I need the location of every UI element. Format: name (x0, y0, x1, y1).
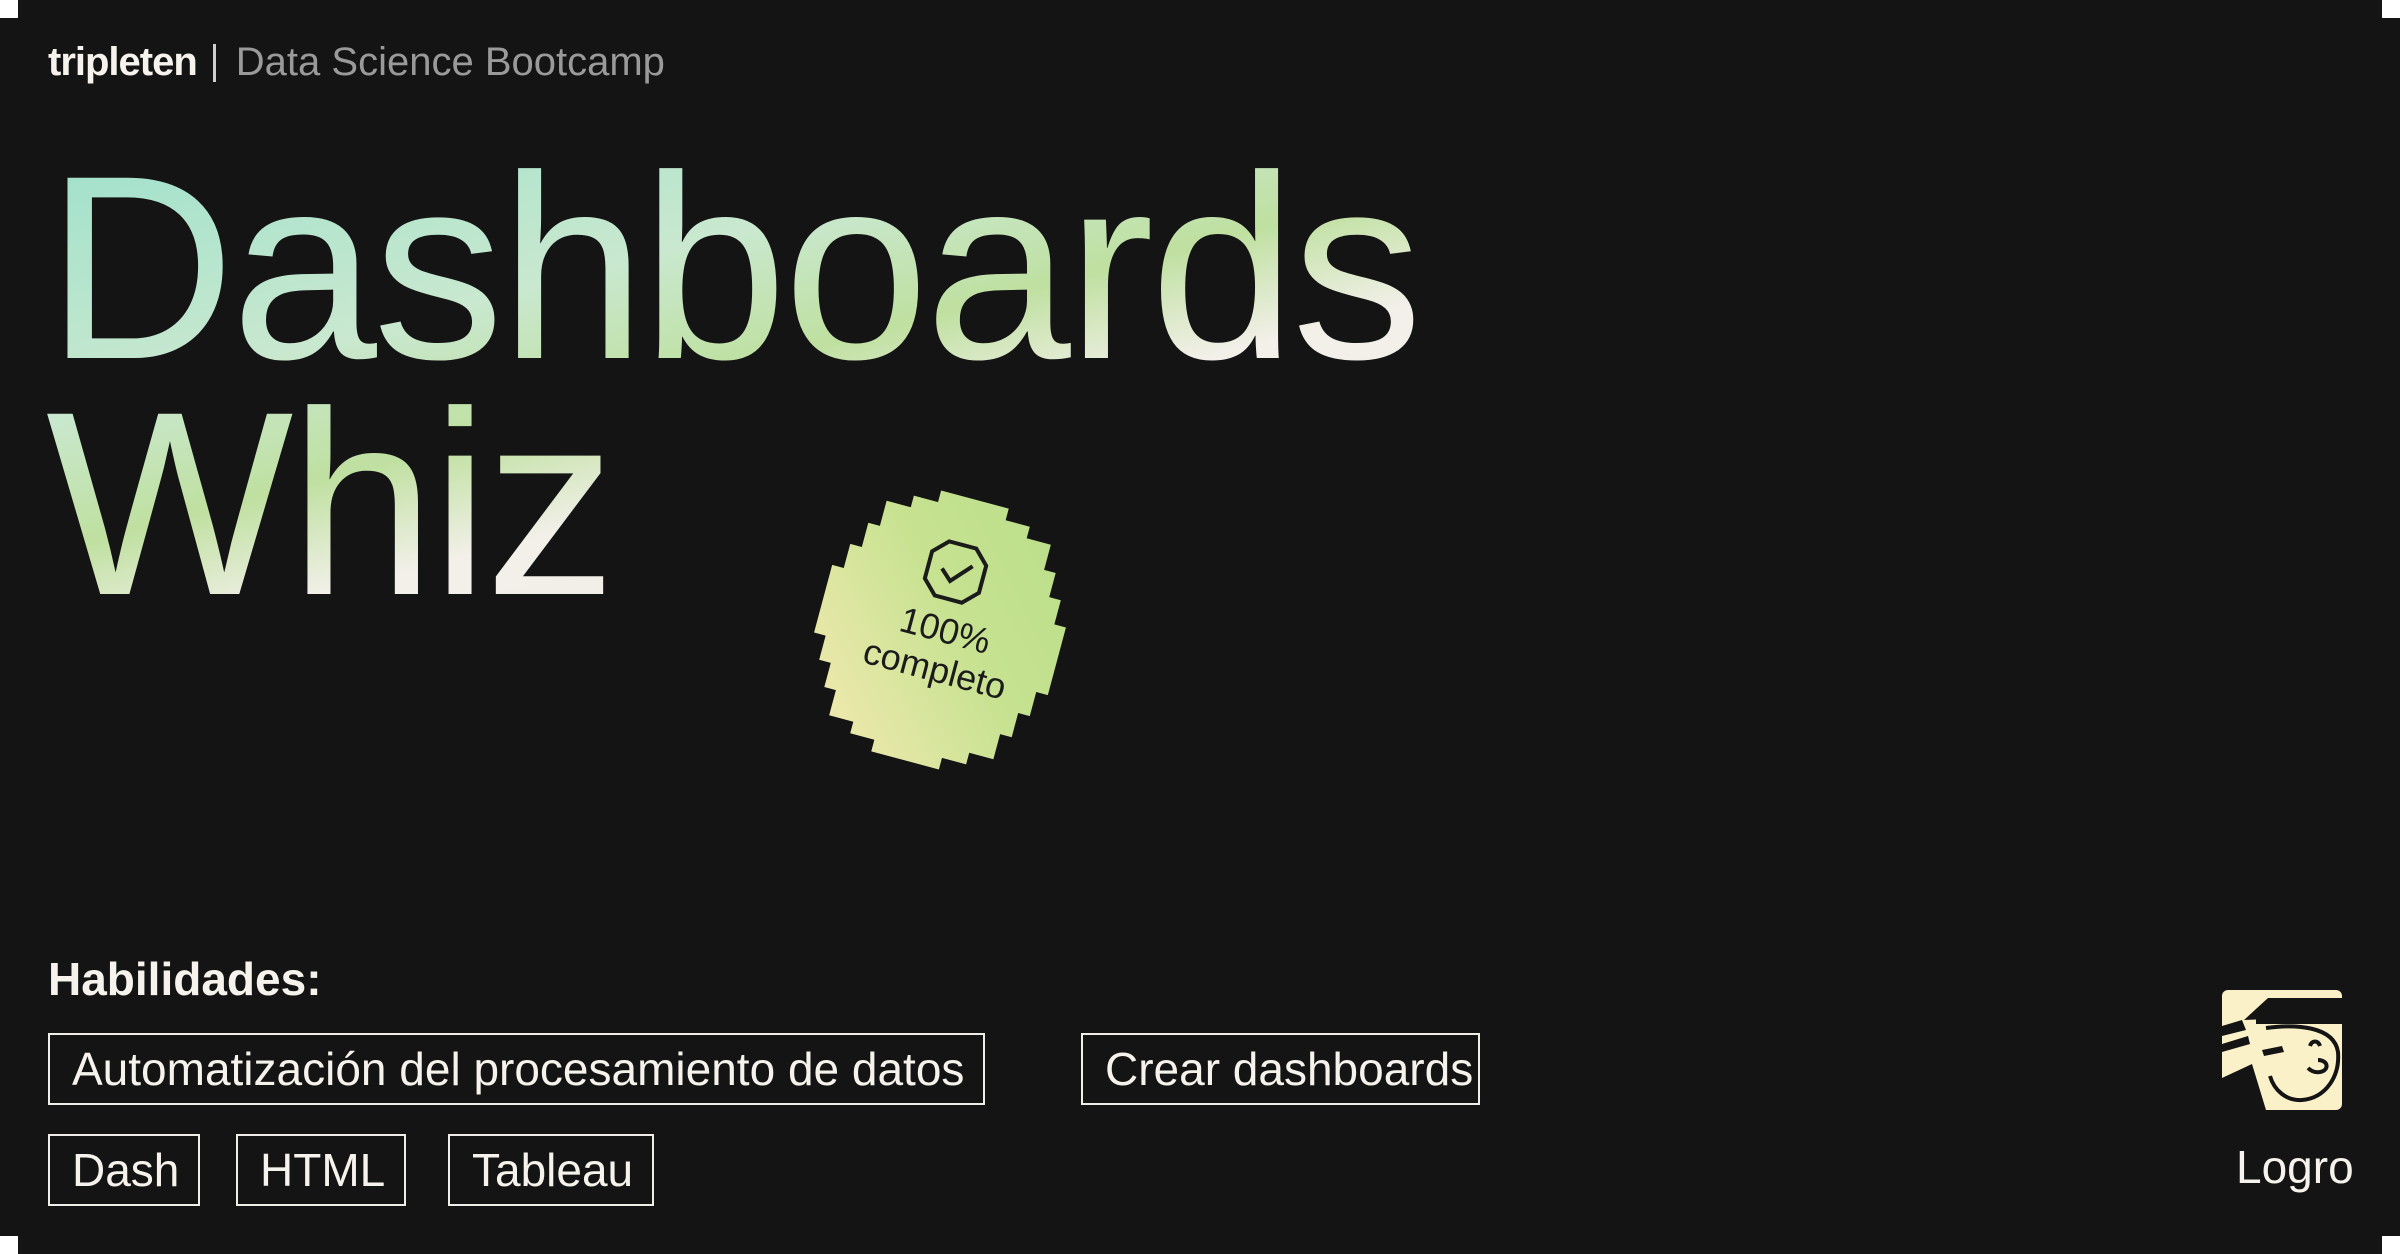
skill-chip: Tableau (448, 1134, 654, 1206)
title-line-2: Whiz (46, 357, 613, 650)
corner-notch (2382, 0, 2400, 18)
header: tripleten Data Science Bootcamp (48, 40, 665, 85)
skill-chip: Crear dashboards (1081, 1033, 1480, 1105)
corner-notch (2382, 1236, 2400, 1254)
header-divider (212, 43, 216, 82)
achievement-title: Dashboards Whiz (46, 150, 1419, 622)
achievement-label: Logro (2236, 1141, 2354, 1193)
certificate-card: tripleten Data Science Bootcamp Dashboar… (0, 0, 2400, 1254)
skill-chip: Dash (48, 1134, 200, 1206)
corner-notch (0, 1236, 18, 1254)
detective-character-icon (2222, 990, 2342, 1110)
brand-logo: tripleten (48, 40, 198, 84)
program-name: Data Science Bootcamp (235, 40, 665, 84)
skills-heading: Habilidades: (48, 953, 322, 1005)
skill-chip: HTML (236, 1134, 406, 1206)
completion-badge: 100% completo (790, 480, 1090, 780)
title-line-1: Dashboards (46, 121, 1419, 414)
corner-notch (0, 0, 18, 18)
skill-chip: Automatización del procesamiento de dato… (48, 1033, 985, 1105)
